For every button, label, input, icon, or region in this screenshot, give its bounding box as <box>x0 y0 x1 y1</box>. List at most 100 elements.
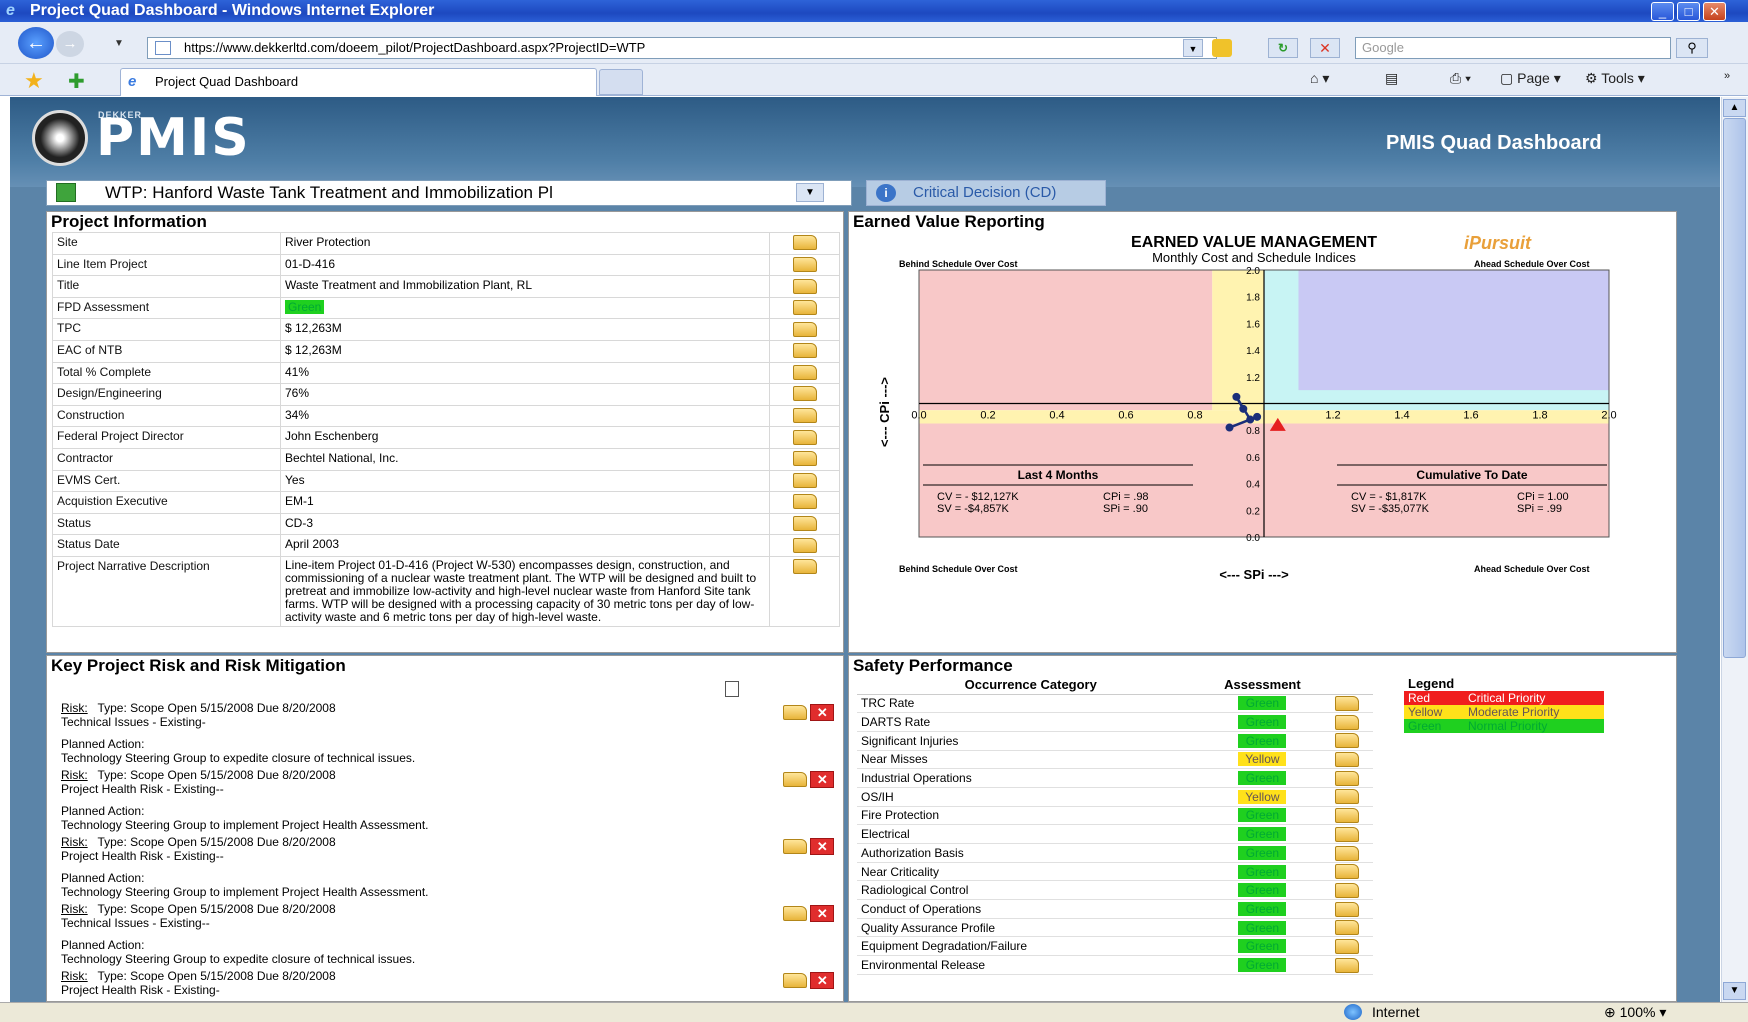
folder-icon[interactable] <box>792 516 817 532</box>
folder-icon[interactable] <box>792 451 817 467</box>
folder-icon[interactable] <box>1334 696 1359 711</box>
assessment-badge: Green <box>1238 808 1287 823</box>
folder-icon[interactable] <box>1334 957 1359 973</box>
info-edit-cell <box>769 512 840 536</box>
folder-icon[interactable] <box>792 429 817 445</box>
delete-icon[interactable]: ✕ <box>810 771 835 788</box>
folder-icon[interactable] <box>1334 920 1359 936</box>
folder-icon[interactable] <box>792 494 817 510</box>
critical-decision-button[interactable]: Critical Decision (CD) <box>866 180 1106 206</box>
folder-icon[interactable] <box>783 705 807 720</box>
delete-icon[interactable]: ✕ <box>810 972 835 989</box>
page-menu[interactable]: ▢ Page ▾ <box>1500 70 1561 87</box>
folder-icon[interactable] <box>1334 864 1359 880</box>
folder-icon[interactable] <box>1334 938 1359 954</box>
folder-icon[interactable] <box>783 772 807 787</box>
zone-behind-over <box>919 270 1213 411</box>
back-button[interactable]: ← <box>18 27 54 59</box>
folder-icon[interactable] <box>792 256 817 272</box>
folder-icon[interactable] <box>792 321 817 337</box>
favorites-star-icon[interactable]: ★ <box>24 68 44 94</box>
risk-link[interactable]: Risk: <box>61 969 88 983</box>
assessment-badge: Green <box>1238 827 1287 842</box>
data-point <box>1246 415 1255 424</box>
folder-icon[interactable] <box>792 472 817 488</box>
search-input[interactable]: Google <box>1355 37 1671 59</box>
scrollbar-thumb[interactable] <box>1723 118 1746 658</box>
folder-icon[interactable] <box>1334 901 1359 917</box>
folder-icon[interactable] <box>1334 770 1359 786</box>
folder-icon[interactable] <box>783 906 807 921</box>
folder-icon[interactable] <box>792 235 817 251</box>
project-select[interactable]: WTP: Hanford Waste Tank Treatment and Im… <box>46 180 852 206</box>
stop-button[interactable]: ✕ <box>1310 38 1340 58</box>
risk-name: Project Health Risk - Existing- <box>61 982 220 997</box>
info-edit-cell <box>769 491 840 514</box>
folder-icon[interactable] <box>1334 882 1359 898</box>
risk-name: Technical Issues - Existing- <box>61 714 206 729</box>
address-dropdown-button[interactable]: ▼ <box>1183 39 1203 57</box>
assessment-badge: Green <box>1238 883 1287 898</box>
info-row: Construction 34% <box>52 404 840 428</box>
folder-icon[interactable] <box>792 300 817 316</box>
folder-icon[interactable] <box>783 839 807 854</box>
chart-subtitle: Monthly Cost and Schedule Indices <box>1152 250 1356 265</box>
data-point <box>1253 412 1262 421</box>
risk-link[interactable]: Risk: <box>61 701 88 715</box>
forward-button[interactable]: → <box>56 31 84 57</box>
folder-icon[interactable] <box>792 559 817 575</box>
folder-icon[interactable] <box>1334 752 1359 768</box>
add-favorites-icon[interactable]: ✚ <box>68 69 85 94</box>
search-icon[interactable]: ⚲ <box>1676 38 1708 58</box>
risk-link[interactable]: Risk: <box>61 835 88 849</box>
delete-icon[interactable]: ✕ <box>810 905 835 922</box>
assessment-badge: Green <box>1238 733 1287 748</box>
safety-edit-cell <box>1320 862 1373 882</box>
risk-link[interactable]: Risk: <box>61 768 88 782</box>
tab-project-quad-dashboard[interactable]: Project Quad Dashboard <box>120 68 597 96</box>
new-tab-button[interactable] <box>599 69 643 95</box>
tools-menu[interactable]: ⚙ Tools ▾ <box>1585 70 1645 87</box>
minimize-button[interactable]: _ <box>1651 2 1674 21</box>
folder-icon[interactable] <box>1334 789 1359 805</box>
panel-title: Project Information <box>51 212 207 231</box>
refresh-button[interactable]: ↻ <box>1268 38 1298 58</box>
delete-icon[interactable]: ✕ <box>810 704 835 721</box>
folder-icon[interactable] <box>1334 733 1359 749</box>
folder-icon[interactable] <box>1334 826 1359 842</box>
close-button[interactable]: ✕ <box>1703 2 1726 21</box>
recent-pages-dropdown[interactable]: ▼ <box>114 38 124 49</box>
folder-icon[interactable] <box>792 343 817 359</box>
toolbar-overflow-icon[interactable]: » <box>1724 70 1730 82</box>
lock-icon[interactable] <box>1212 39 1232 57</box>
folder-icon[interactable] <box>783 973 807 988</box>
folder-icon[interactable] <box>792 364 817 380</box>
x-tick-label: 1.6 <box>1463 410 1478 422</box>
project-select-dropdown[interactable]: ▼ <box>796 183 824 202</box>
folder-icon[interactable] <box>792 408 817 424</box>
print-icon[interactable]: ⎙ ▾ <box>1450 70 1471 87</box>
info-label: Total % Complete <box>52 361 281 385</box>
folder-icon[interactable] <box>792 386 817 402</box>
info-value: $ 12,263M <box>280 339 770 363</box>
legend-color: Yellow <box>1404 705 1464 719</box>
url-input[interactable]: https://www.dekkerltd.com/doeem_pilot/Pr… <box>147 37 1217 59</box>
new-document-icon[interactable] <box>725 681 739 697</box>
delete-icon[interactable]: ✕ <box>810 838 835 855</box>
assessment-cell: Green <box>1204 806 1321 826</box>
risk-link[interactable]: Risk: <box>61 902 88 916</box>
maximize-button[interactable]: □ <box>1677 2 1700 21</box>
scroll-down-button[interactable]: ▼ <box>1723 982 1746 1000</box>
assessment-badge: Green <box>1238 715 1287 730</box>
zoom-label[interactable]: ⊕ 100% ▾ <box>1604 1004 1666 1021</box>
info-value-text: 41% <box>285 364 310 379</box>
folder-icon[interactable] <box>1334 714 1359 730</box>
folder-icon[interactable] <box>792 537 817 553</box>
scroll-up-button[interactable]: ▲ <box>1723 99 1746 117</box>
feeds-icon[interactable]: ▤ <box>1385 70 1398 87</box>
folder-icon[interactable] <box>1334 845 1359 861</box>
home-icon[interactable]: ⌂ ▾ <box>1310 70 1329 87</box>
risk-line: Risk: Type: Scope Open 5/15/2008 Due 8/2… <box>61 835 821 850</box>
folder-icon[interactable] <box>1334 808 1359 824</box>
folder-icon[interactable] <box>792 278 817 294</box>
